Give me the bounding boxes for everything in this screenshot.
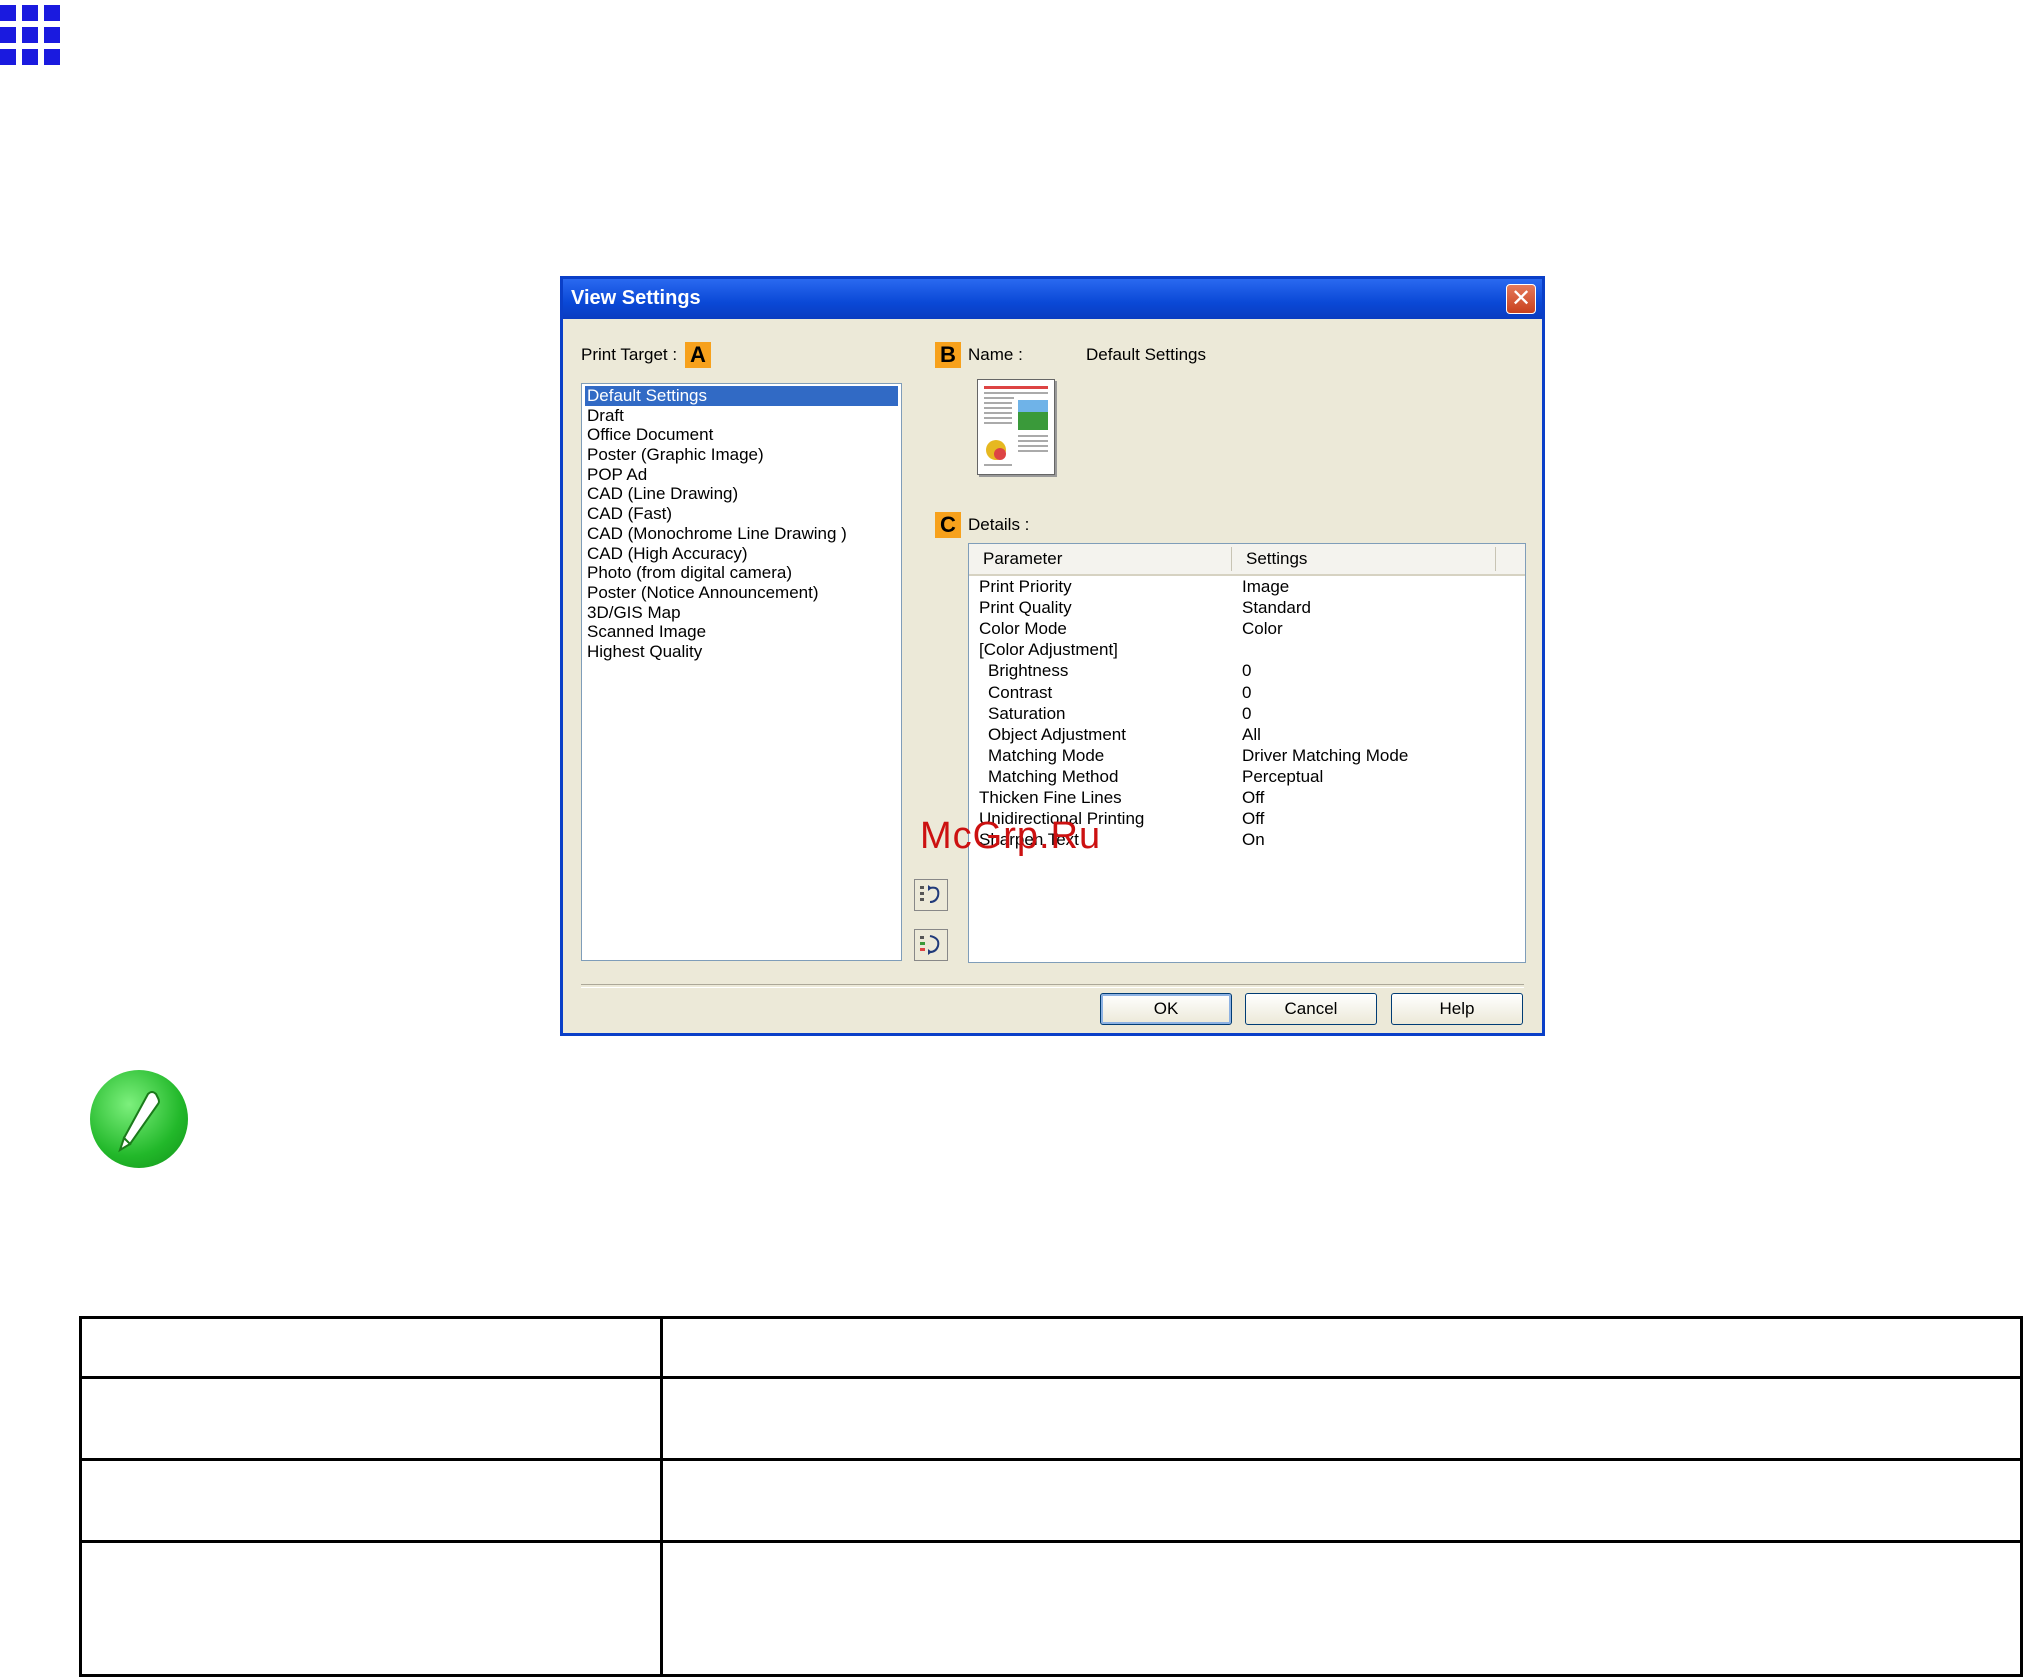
setting-value: 0 (1242, 703, 1252, 723)
description-table (79, 1316, 2023, 1677)
setting-value: Off (1242, 788, 1265, 807)
print-target-item[interactable]: Poster (Graphic Image) (585, 445, 898, 465)
print-target-item[interactable]: CAD (Line Drawing) (585, 484, 898, 504)
details-row: Thicken Fine Lines Off (969, 788, 1525, 809)
setting-value: Standard (1242, 598, 1311, 618)
print-target-label: Print Target : (581, 345, 678, 364)
print-target-item[interactable]: CAD (Fast) (585, 504, 898, 524)
parameter-name: Thicken Fine Lines (979, 788, 1122, 807)
print-target-item[interactable]: CAD (Monochrome Line Drawing ) (585, 524, 898, 544)
print-target-item[interactable]: Scanned Image (585, 622, 898, 642)
help-button[interactable]: Help (1391, 993, 1523, 1025)
table-cell (660, 1316, 2023, 1379)
parameter-name: Contrast (988, 682, 1053, 702)
table-cell (79, 1458, 663, 1543)
cancel-button[interactable]: Cancel (1245, 993, 1377, 1025)
print-target-item[interactable]: Photo (from digital camera) (585, 563, 898, 583)
print-target-item[interactable]: POP Ad (585, 465, 898, 485)
parameter-name: Matching Method (988, 766, 1119, 786)
setting-value: Off (1242, 809, 1265, 829)
setting-value: 0 (1242, 661, 1252, 681)
table-cell (79, 1376, 663, 1461)
parameter-name: Brightness (988, 661, 1069, 681)
details-row: Saturation 0 (969, 704, 1525, 725)
table-cell (660, 1540, 2023, 1677)
close-button[interactable]: ✕ (1506, 284, 1536, 314)
column-parameter[interactable]: Parameter (983, 549, 1062, 569)
badge-a: A (685, 342, 711, 368)
details-label: Details : (968, 515, 1030, 534)
details-row: Color Mode Color (969, 619, 1525, 640)
parameter-name: Color Mode (979, 619, 1067, 639)
details-row: Object Adjustment All (969, 725, 1525, 746)
print-target-item[interactable]: Default Settings (585, 386, 898, 406)
grid-menu-icon (0, 5, 60, 65)
name-value: Default Settings (1086, 345, 1207, 364)
parameter-name: [Color Adjustment] (979, 640, 1118, 660)
print-preview-thumbnail (977, 379, 1055, 475)
parameter-name: Matching Mode (988, 745, 1105, 765)
details-row: Brightness 0 (969, 661, 1525, 682)
save-icon (920, 935, 940, 955)
parameter-name: Print Quality (979, 598, 1072, 618)
column-settings[interactable]: Settings (1246, 549, 1307, 569)
parameter-name: Saturation (988, 703, 1066, 723)
print-target-item[interactable]: CAD (High Accuracy) (585, 544, 898, 564)
print-target-item[interactable]: Highest Quality (585, 642, 898, 662)
details-header: Parameter Settings (969, 544, 1525, 576)
details-row: Matching Method Perceptual (969, 767, 1525, 788)
restore-icon (920, 885, 940, 903)
name-label: Name : (968, 345, 1023, 364)
ok-button[interactable]: OK (1100, 993, 1232, 1025)
setting-value: On (1242, 830, 1265, 850)
print-target-list[interactable]: Default Settings Draft Office Document Post… (581, 383, 902, 961)
title-bar: View Settings ✕ (563, 279, 1542, 319)
view-settings-dialog: View Settings ✕ Print Target : A Default… (560, 276, 1545, 1036)
setting-value: 0 (1242, 682, 1252, 702)
document-preview-icon (984, 386, 1048, 466)
print-target-item[interactable]: Draft (585, 406, 898, 426)
table-cell (660, 1376, 2023, 1461)
table-cell (79, 1540, 663, 1677)
separator (581, 984, 1524, 988)
details-row: Print Quality Standard (969, 598, 1525, 619)
parameter-name: Print Priority (979, 577, 1072, 596)
table-cell (660, 1458, 2023, 1543)
setting-value: Driver Matching Mode (1242, 745, 1409, 765)
print-target-item[interactable]: 3D/GIS Map (585, 603, 898, 623)
setting-value: All (1242, 724, 1261, 744)
setting-value: Color (1242, 619, 1283, 639)
print-target-item[interactable]: Office Document (585, 425, 898, 445)
restore-settings-button[interactable] (914, 879, 948, 911)
note-pencil-icon (90, 1070, 188, 1168)
badge-c: C (935, 512, 961, 538)
details-row: Print Priority Image (969, 577, 1525, 598)
details-row: Contrast 0 (969, 683, 1525, 704)
details-row: Matching Mode Driver Matching Mode (969, 746, 1525, 767)
table-cell (79, 1316, 663, 1379)
badge-b: B (935, 342, 961, 368)
save-settings-button[interactable] (914, 929, 948, 961)
details-table: Parameter Settings Print Priority Image Pr… (968, 543, 1526, 963)
parameter-name: Object Adjustment (988, 724, 1126, 744)
print-target-item[interactable]: Poster (Notice Announcement) (585, 583, 898, 603)
dialog-title: View Settings (571, 287, 701, 309)
watermark: McGrp.Ru (920, 815, 1102, 857)
details-row: [Color Adjustment] (969, 640, 1525, 661)
setting-value: Perceptual (1242, 766, 1324, 786)
setting-value: Image (1242, 577, 1290, 596)
